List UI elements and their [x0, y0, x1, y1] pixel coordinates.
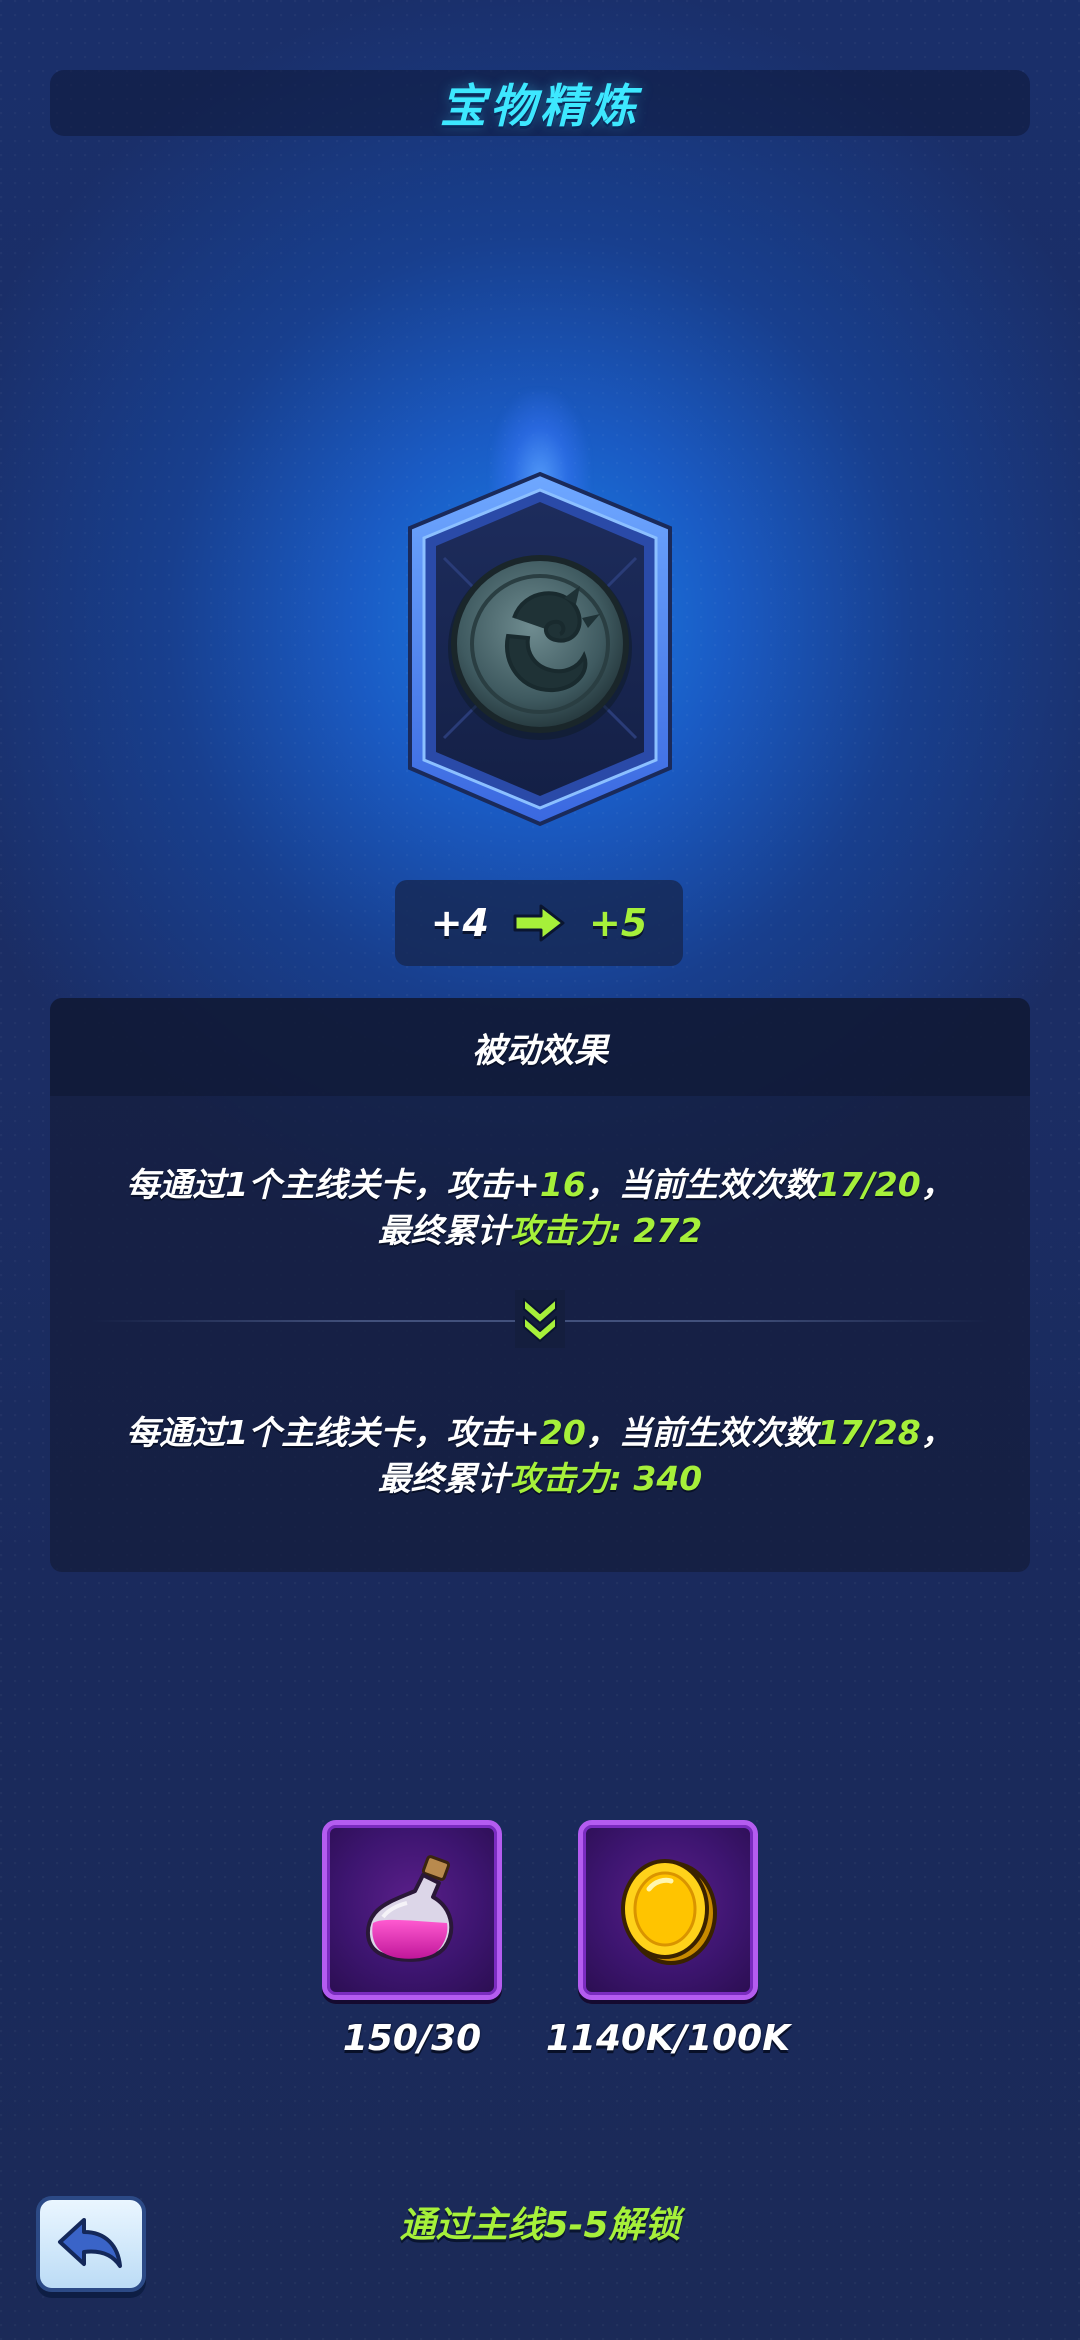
passive-effect-panel: 被动效果 每通过1个主线关卡，攻击+16，当前生效次数17/20， 最终累计攻击…	[50, 998, 1030, 1572]
current-effect-line-1: 每通过1个主线关卡，攻击+16，当前生效次数17/20，	[126, 1165, 954, 1204]
gold-coin-icon	[621, 1859, 717, 1965]
level-change: +4 +5	[395, 880, 683, 966]
coin-cost-amount: 1140K/100K	[545, 2018, 791, 2059]
potion-flask-icon	[366, 1855, 454, 1962]
current-total-attack: 攻击力: 272	[509, 1211, 703, 1250]
next-atk-bonus: 20	[539, 1413, 586, 1452]
next-effect-count: 17/28	[816, 1413, 921, 1452]
current-effect-line-2: 最终累计攻击力: 272	[377, 1211, 703, 1250]
next-total-attack: 攻击力: 340	[509, 1459, 703, 1498]
potion-cost-amount: 150/30	[342, 2018, 482, 2059]
cost-item-coin[interactable]	[578, 1820, 758, 2000]
title-bar: 宝物精炼	[50, 70, 1030, 136]
cost-item-potion[interactable]	[322, 1820, 502, 2000]
level-to: +5	[589, 901, 648, 945]
back-arrow-icon	[58, 2218, 122, 2268]
double-chevron-down-icon	[515, 1290, 565, 1348]
effect-title: 被动效果	[472, 1030, 608, 1071]
next-effect-line-2: 最终累计攻击力: 340	[377, 1459, 703, 1498]
effect-header: 被动效果	[50, 998, 1030, 1096]
arrow-right-icon	[511, 903, 567, 943]
next-effect-line-1: 每通过1个主线关卡，攻击+20，当前生效次数17/28，	[126, 1413, 954, 1452]
dragon-medallion-icon	[408, 471, 672, 827]
unlock-requirement: 通过主线5-5解锁	[399, 2205, 681, 2246]
next-effect-text: 每通过1个主线关卡，攻击+20，当前生效次数17/28， 最终累计攻击力: 34…	[50, 1410, 1030, 1502]
current-effect-count: 17/20	[816, 1165, 921, 1204]
level-from: +4	[430, 901, 489, 945]
current-effect-text: 每通过1个主线关卡，攻击+16，当前生效次数17/20， 最终累计攻击力: 27…	[50, 1162, 1030, 1254]
page-title: 宝物精炼	[440, 79, 640, 133]
treasure-badge[interactable]	[404, 468, 676, 830]
current-atk-bonus: 16	[539, 1165, 586, 1204]
back-button[interactable]	[36, 2196, 146, 2292]
